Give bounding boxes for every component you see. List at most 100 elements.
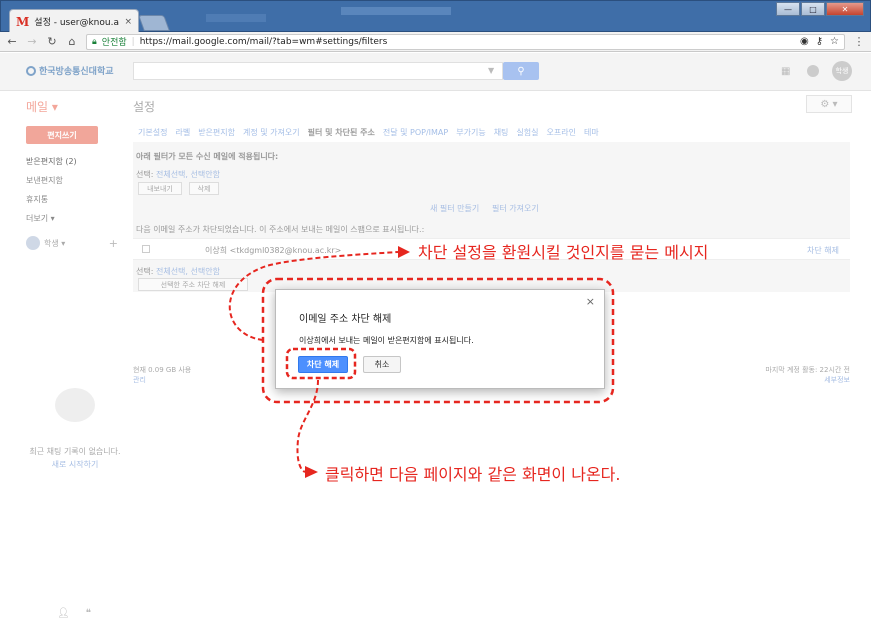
gmail-header: 한국방송통신대학교 ▼ ⚲ ▦ 학생 [0,53,871,91]
gear-icon: ⚙ ▾ [820,98,838,110]
details-link[interactable]: 세부정보 [720,375,850,385]
import-filter-link[interactable]: 필터 가져오기 [492,204,539,213]
lock-icon: 🔒︎ [92,36,97,47]
window-title-blur [341,7,451,15]
search-input[interactable] [133,62,503,80]
blocked-sender: 이상희 <tkdgml0382@knou.ac.kr> [205,245,341,256]
delete-button[interactable]: 삭제 [189,182,219,195]
page-title: 설정 [133,100,156,114]
person-icon[interactable]: 👤︎ [57,608,70,619]
new-tab-button[interactable] [138,15,170,31]
tab-inbox[interactable]: 받은편지함 [198,127,235,138]
tab-offline[interactable]: 오프라인 [547,127,576,138]
sidebar-item-trash[interactable]: 휴지통 [26,190,77,209]
tab-themes[interactable]: 테마 [584,127,599,138]
address-separator: | [131,36,135,47]
hangouts-icon[interactable]: ❝ [86,608,91,619]
select-all-link[interactable]: 전체선택, 선택안함 [156,170,220,179]
activity-info: 마지막 계정 활동: 22시간 전 세부정보 [720,365,850,385]
chat-start-link[interactable]: 새로 시작하기 [26,458,124,471]
bottom-arrow-head [305,466,318,478]
row-checkbox[interactable] [142,245,150,253]
minimize-button[interactable]: — [776,2,800,16]
search-button[interactable]: ⚲ [503,62,539,80]
filters-panel: 아래 필터가 모든 수신 메일에 적용됩니다: 선택: 전체선택, 선택안함 내… [133,142,850,292]
address-bar[interactable]: 🔒︎ 안전함 | https://mail.google.com/mail/?t… [86,33,845,50]
chat-bubble-icon [55,388,95,422]
dialog-title: 이메일 주소 차단 해제 [299,314,392,325]
settings-gear-button[interactable]: ⚙ ▾ [806,95,852,113]
search-icon: ⚲ [517,65,525,77]
tab-accounts[interactable]: 계정 및 가져오기 [243,127,300,138]
user-avatar-icon [26,236,40,250]
maximize-button[interactable]: □ [801,2,825,16]
logo-icon [26,65,36,76]
forward-icon[interactable]: → [26,35,38,48]
tab-chat[interactable]: 채팅 [494,127,509,138]
blocked-heading: 다음 이메일 주소가 차단되었습니다. 이 주소에서 보내는 메일이 스팸으로 … [136,225,425,234]
export-button[interactable]: 내보내기 [138,182,182,195]
dialog-close-icon[interactable]: × [586,295,595,308]
blocked-select-all-link[interactable]: 전체선택, 선택안함 [156,267,220,276]
last-activity-text: 마지막 계정 활동: 22시간 전 [765,366,850,374]
chat-empty-text: 최근 채팅 기록이 없습니다. [29,447,121,456]
sidebar-item-inbox[interactable]: 받은편지함 (2) [26,152,77,171]
close-window-button[interactable]: ✕ [826,2,864,16]
window-controls: — □ ✕ [776,2,864,16]
unblock-dialog: × 이메일 주소 차단 해제 이상희에서 보내는 메일이 받은편지함에 표시됩니… [275,289,605,389]
create-filter-link[interactable]: 새 필터 만들기 [430,204,479,213]
reload-icon[interactable]: ↻ [46,35,58,48]
notifications-icon[interactable] [807,65,819,77]
tab-general[interactable]: 기본설정 [138,127,167,138]
secure-label: 안전함 [101,38,127,48]
window-user-blur [206,14,266,22]
compose-button[interactable]: 편지쓰기 [26,126,98,144]
sidebar-bottom-icons: 👤︎ ❝ [57,608,91,619]
home-icon[interactable]: ⌂ [66,35,78,48]
tab-addons[interactable]: 부가기능 [456,127,485,138]
tab-filters[interactable]: 필터 및 차단된 주소 [308,127,375,138]
search-dropdown-icon[interactable]: ▼ [488,66,494,75]
add-chat-icon[interactable]: + [109,237,118,250]
annotation-top: 차단 설정을 환원시킬 것인지를 묻는 메시지 [418,243,709,262]
tab-labs[interactable]: 실험실 [516,127,538,138]
apps-grid-icon[interactable]: ▦ [781,66,790,77]
tab-close-icon[interactable]: × [124,17,132,27]
unblock-selected-button[interactable]: 선택한 주소 차단 해제 [138,278,248,291]
bottom-arrow-line [296,379,319,473]
filter-select-row: 선택: 전체선택, 선택안함 [136,169,220,180]
sidebar-item-more[interactable]: 더보기 ▾ [26,209,77,228]
knou-logo[interactable]: 한국방송통신대학교 [26,64,114,77]
tab-forwarding[interactable]: 전달 및 POP/IMAP [383,127,448,138]
filter-actions: 새 필터 만들기 필터 가져오기 [430,203,539,214]
filter-heading: 아래 필터가 모든 수신 메일에 적용됩니다: [136,152,279,161]
browser-tab[interactable]: M 설정 - user@knou.ac.kr × [9,9,139,33]
select-label: 선택: [136,170,154,179]
unblock-link[interactable]: 차단 해제 [807,245,839,256]
storage-text: 현재 0.09 GB 사용 [133,366,192,374]
omnibox-icons: ◉ ⚷ ☆ [800,36,839,47]
url-text: https://mail.google.com/mail/?tab=wm#set… [139,36,388,47]
browser-titlebar: M 설정 - user@knou.ac.kr × — □ ✕ [0,0,871,33]
blocked-email: <tkdgml0382@knou.ac.kr> [229,246,342,255]
avatar[interactable]: 학생 [832,61,852,81]
chat-user[interactable]: 학생 ▾ + [26,236,118,250]
eye-icon[interactable]: ◉ [800,36,809,47]
storage-info: 현재 0.09 GB 사용 관리 [133,365,191,385]
dialog-message: 이상희에서 보내는 메일이 받은편지함에 표시됩니다. [299,336,474,345]
menu-icon[interactable]: ⋮ [853,35,865,48]
sidebar-item-sent[interactable]: 보낸편지함 [26,171,77,190]
confirm-unblock-button[interactable]: 차단 해제 [298,356,348,373]
tab-labels[interactable]: 라벨 [175,127,190,138]
settings-tabs: 기본설정 라벨 받은편지함 계정 및 가져오기 필터 및 차단된 주소 전달 및… [138,127,599,138]
back-icon[interactable]: ← [6,35,18,48]
chat-empty-message: 최근 채팅 기록이 없습니다. 새로 시작하기 [26,445,124,471]
key-icon[interactable]: ⚷ [816,36,823,47]
manage-link[interactable]: 관리 [133,375,191,385]
star-icon[interactable]: ☆ [830,36,839,47]
tab-title: 설정 - user@knou.ac.kr [34,18,119,28]
blocked-select-label: 선택: [136,267,154,276]
cancel-button[interactable]: 취소 [363,356,401,373]
browser-toolbar: ← → ↻ ⌂ 🔒︎ 안전함 | https://mail.google.com… [0,32,871,52]
mail-switcher[interactable]: 메일 ▾ [26,98,58,115]
